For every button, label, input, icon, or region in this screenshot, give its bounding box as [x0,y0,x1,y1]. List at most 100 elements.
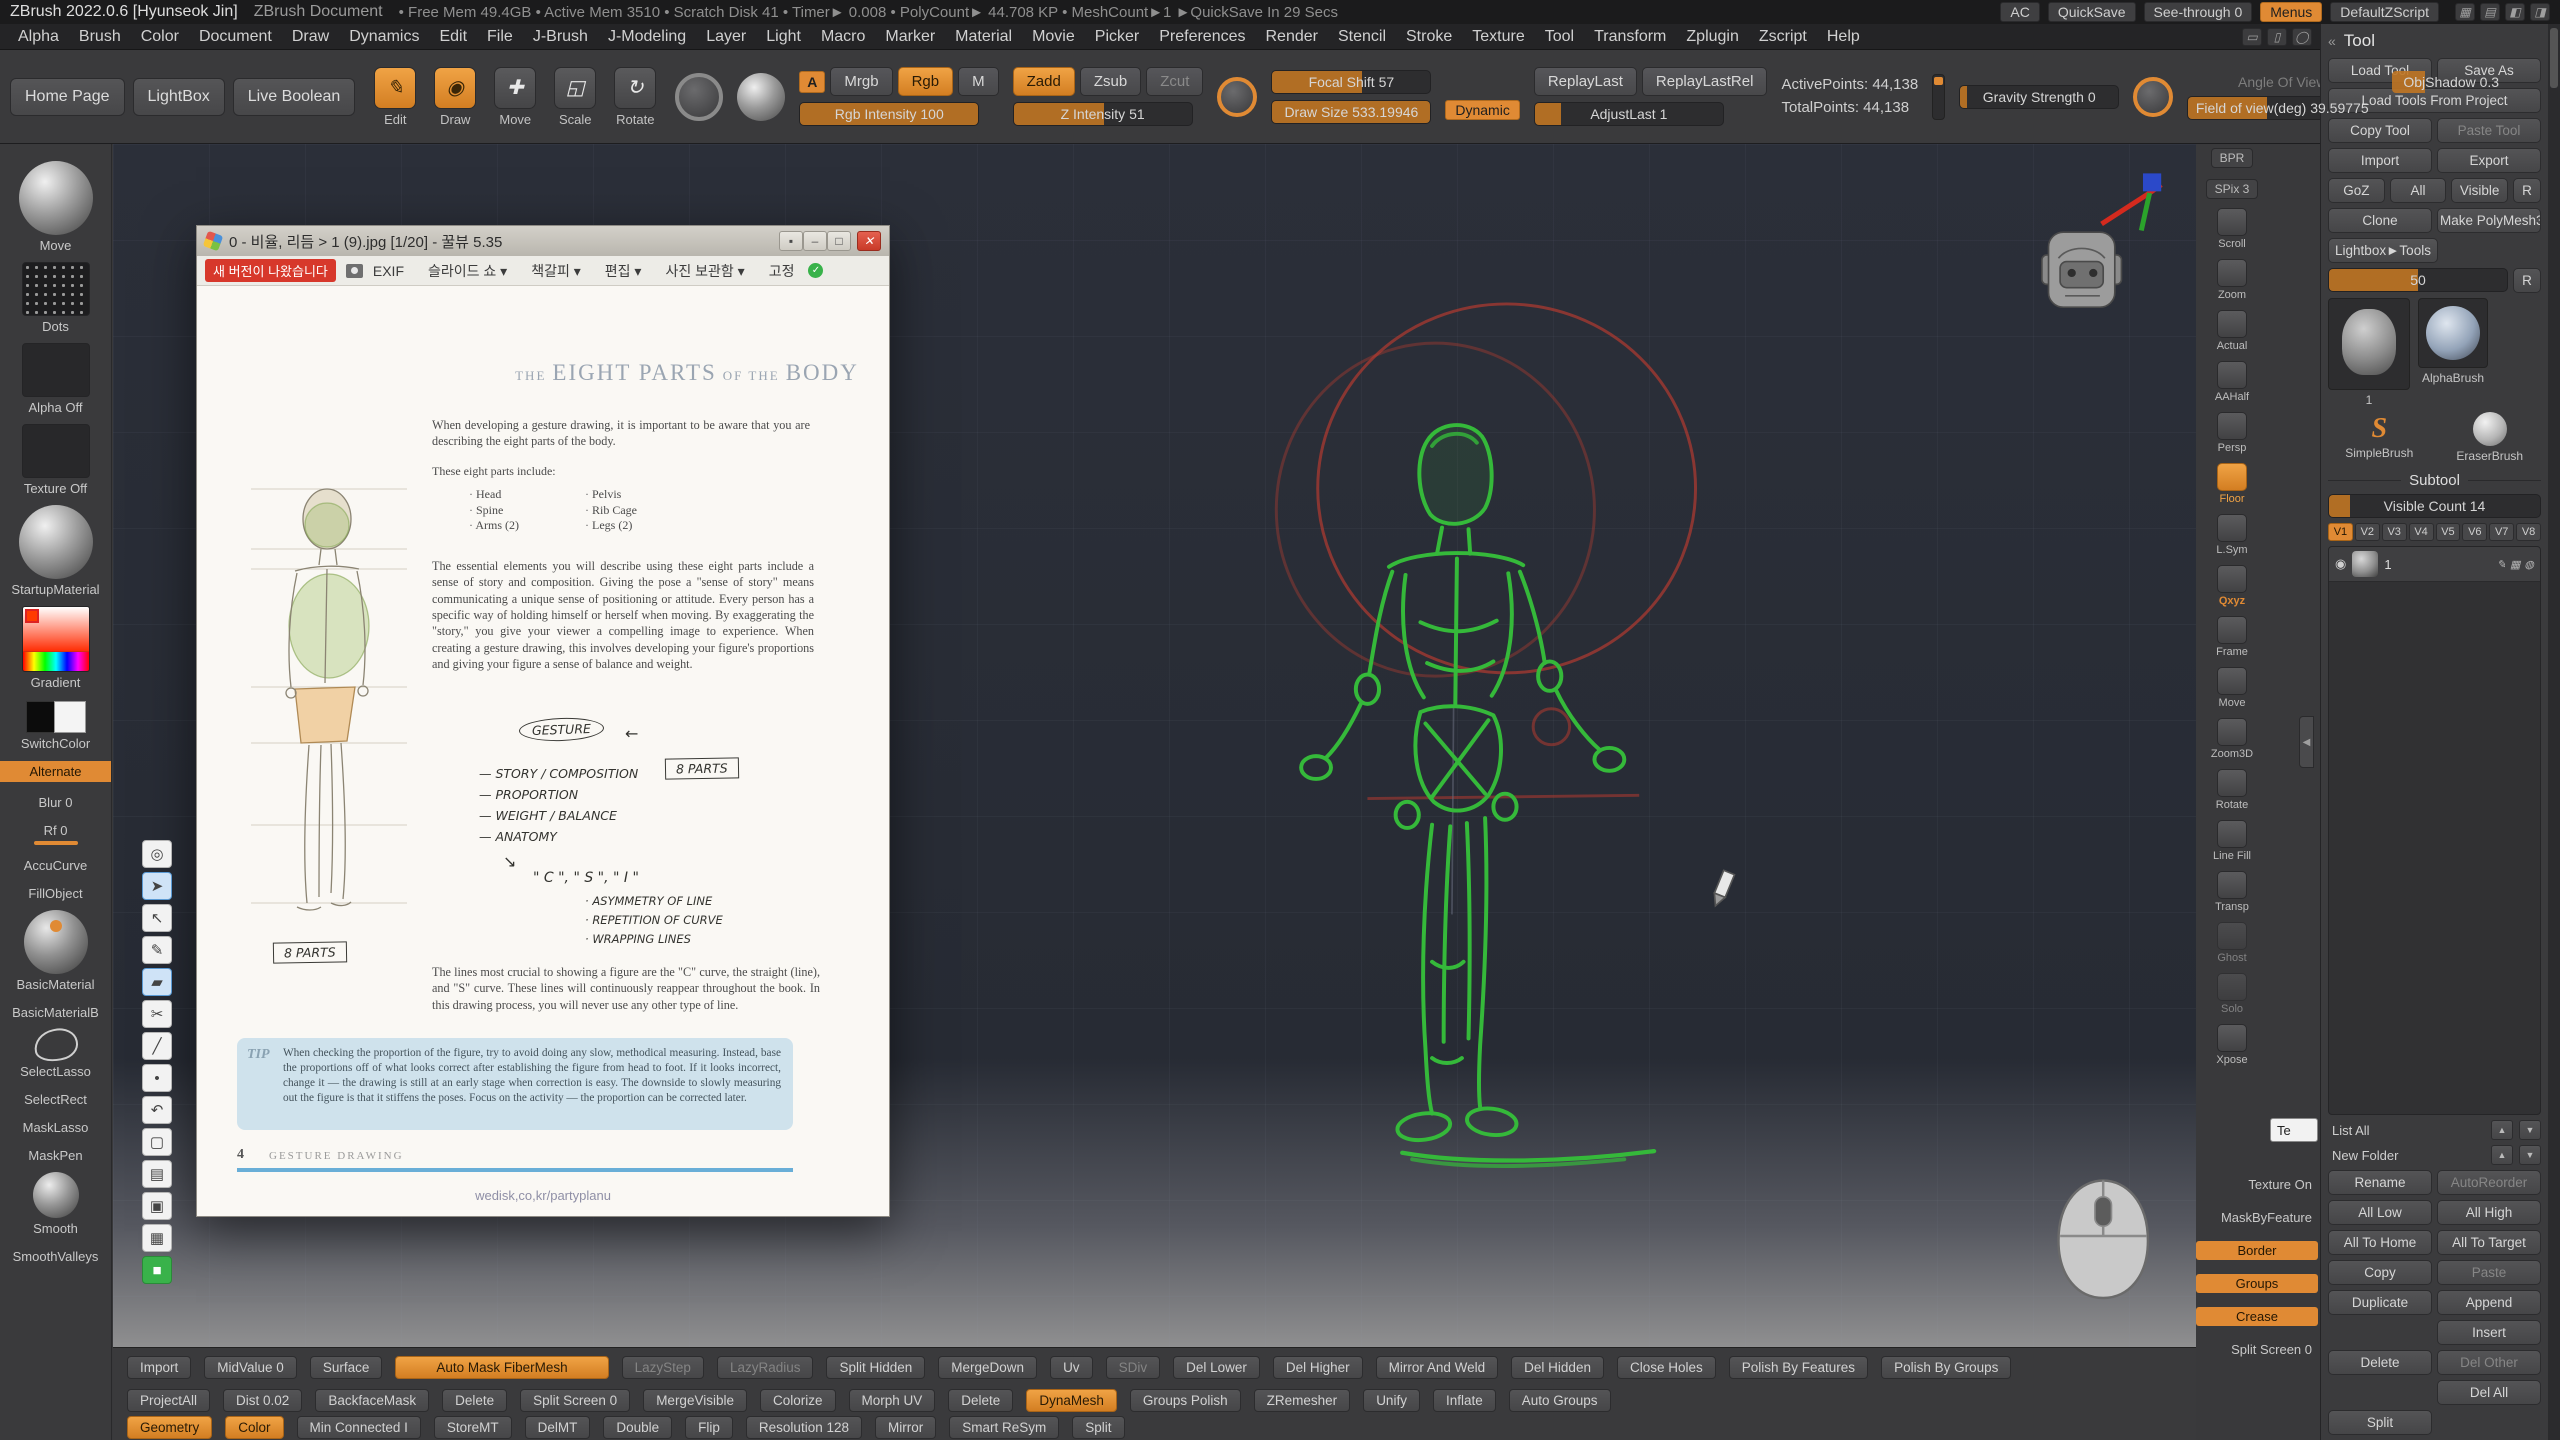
left-tray-icon[interactable]: ◧ [2505,3,2525,21]
move-down-button[interactable]: ▼ [2519,1120,2541,1140]
select-lasso-brush[interactable]: SelectLasso [0,1029,111,1079]
capture-icon[interactable]: ▣ [142,1192,172,1220]
folder-down-button[interactable]: ▼ [2519,1145,2541,1165]
paste-subtool-button[interactable]: Paste [2437,1260,2541,1285]
menus-toggle-button[interactable]: Menus [2260,2,2322,22]
dist-slider[interactable]: Dist 0.02 [223,1389,302,1412]
exif-button[interactable]: EXIF [373,263,404,279]
arrow-tool-icon[interactable]: ↖ [142,904,172,932]
solo-button[interactable]: Solo [2206,973,2258,1015]
alpha-slot[interactable]: Alpha Off [0,343,111,415]
new-folder-button[interactable]: New Folder [2328,1148,2485,1163]
transp-button[interactable]: Transp [2206,871,2258,913]
store-mt-button[interactable]: StoreMT [434,1416,512,1439]
points-vertical-slider[interactable] [1932,74,1945,120]
subtool-list[interactable]: ◉ 1 ✎▦◍ [2328,546,2541,1115]
spix-slider[interactable]: SPix 3 [2206,177,2258,199]
morph-uv-button[interactable]: Morph UV [849,1389,936,1412]
export-button[interactable]: Export [2437,148,2541,173]
color-grid-icon[interactable]: ▦ [142,1224,172,1252]
tool-count-slider[interactable]: 50 [2328,268,2508,292]
default-zscript-button[interactable]: DefaultZScript [2330,2,2439,22]
zcut-button[interactable]: Zcut [1146,67,1203,96]
del-other-button[interactable]: Del Other [2437,1350,2541,1375]
cam-view-widget[interactable] [2042,232,2122,307]
groups-polish-button[interactable]: Groups Polish [1130,1389,1241,1412]
live-boolean-button[interactable]: Live Boolean [233,78,356,116]
current-tool-thumbnail[interactable] [2328,298,2410,390]
slideshow-menu[interactable]: 슬라이드 쇼 ▾ [424,259,511,283]
split-button[interactable]: Split [2328,1410,2432,1435]
delete-uv-button[interactable]: Delete [948,1389,1013,1412]
dynamic-mode-chip[interactable]: Dynamic [1445,100,1519,120]
all-high-button[interactable]: All High [2437,1200,2541,1225]
menu-item[interactable]: Document [189,28,282,46]
list-all-button[interactable]: List All [2328,1123,2485,1138]
geometry-section-button[interactable]: Geometry [127,1416,212,1439]
actual-button[interactable]: Actual [2206,310,2258,352]
menu-item[interactable]: Tool [1535,28,1584,46]
xpose-button[interactable]: Xpose [2206,1024,2258,1066]
bookmark-menu[interactable]: 책갈피 ▾ [527,259,585,283]
menu-item[interactable]: Dynamics [339,28,429,46]
dot-tool-icon[interactable]: • [142,1064,172,1092]
unify-button[interactable]: Unify [1363,1389,1420,1412]
resolution-slider[interactable]: Resolution 128 [746,1416,862,1439]
accucurve-button[interactable]: AccuCurve [0,855,111,873]
gravity-strength-slider[interactable]: Gravity Strength 0 [1959,85,2119,109]
color-swatch-chip[interactable]: A [799,71,825,93]
mask-pen-brush[interactable]: MaskPen [0,1145,111,1163]
bpr-button[interactable]: BPR [2206,146,2258,168]
basic-material-b[interactable]: BasicMaterialB [0,1002,111,1020]
home-page-button[interactable]: Home Page [10,78,125,116]
select-rect-brush[interactable]: SelectRect [0,1089,111,1107]
color-section-button[interactable]: Color [225,1416,283,1439]
mirror-and-weld-button[interactable]: Mirror And Weld [1376,1356,1499,1379]
menu-item[interactable]: J-Modeling [598,28,696,46]
insert-button[interactable]: Insert [2437,1320,2541,1345]
smooth-brush[interactable]: Smooth [0,1172,111,1236]
fill-object-button[interactable]: FillObject [0,883,111,901]
folder-up-button[interactable]: ▲ [2491,1145,2513,1165]
del-all-button[interactable]: Del All [2437,1380,2541,1405]
texture-slot[interactable]: Texture Off [0,424,111,496]
menu-item[interactable]: Draw [282,28,339,46]
menu-item[interactable]: Stencil [1328,28,1396,46]
draw-size-indicator-icon[interactable] [1217,77,1257,117]
menu-item[interactable]: Preferences [1149,28,1255,46]
menu-item[interactable]: Picker [1085,28,1149,46]
simplebrush-icon[interactable]: S [2371,415,2387,443]
draw-mode-button[interactable]: ◉ Draw [429,67,481,127]
menu-item[interactable]: Brush [69,28,131,46]
groups-button[interactable]: Groups [2196,1274,2318,1293]
all-to-home-button[interactable]: All To Home [2328,1230,2432,1255]
subtool-row[interactable]: ◉ 1 ✎▦◍ [2329,547,2540,582]
current-brush[interactable]: Move [0,161,111,253]
clone-button[interactable]: Clone [2328,208,2432,233]
dynamesh-button[interactable]: DynaMesh [1026,1389,1117,1412]
append-button[interactable]: Append [2437,1290,2541,1315]
paste-tool-button[interactable]: Paste Tool [2437,118,2541,143]
lightbox-button[interactable]: LightBox [133,78,225,116]
switch-color[interactable]: SwitchColor [0,699,111,751]
surface-button[interactable]: Surface [310,1356,383,1379]
color-picker[interactable]: Gradient [0,606,111,690]
polish-by-features-slider[interactable]: Polish By Features [1729,1356,1868,1379]
ghost-button[interactable]: Ghost [2206,922,2258,964]
double-button[interactable]: Double [603,1416,672,1439]
menu-item[interactable]: Edit [429,28,477,46]
mask-lasso-brush[interactable]: MaskLasso [0,1117,111,1135]
photo-library-menu[interactable]: 사진 보관함 ▾ [661,259,748,283]
angle-of-view-icon[interactable] [2133,77,2173,117]
see-through-slider[interactable]: See-through 0 [2144,2,2253,22]
adjust-last-slider[interactable]: AdjustLast 1 [1534,102,1724,126]
qxyz-button[interactable]: Qxyz [2206,565,2258,607]
merge-visible-button[interactable]: MergeVisible [643,1389,747,1412]
zoom-button[interactable]: Zoom [2206,259,2258,301]
highlighter-tool-icon[interactable]: ▰ [142,968,172,996]
menu-item[interactable]: Marker [875,28,945,46]
floor-button[interactable]: Floor [2206,463,2258,505]
pin-button[interactable]: ▪ [779,231,803,251]
midvalue-slider[interactable]: MidValue 0 [204,1356,297,1379]
menu-item[interactable]: Movie [1022,28,1085,46]
